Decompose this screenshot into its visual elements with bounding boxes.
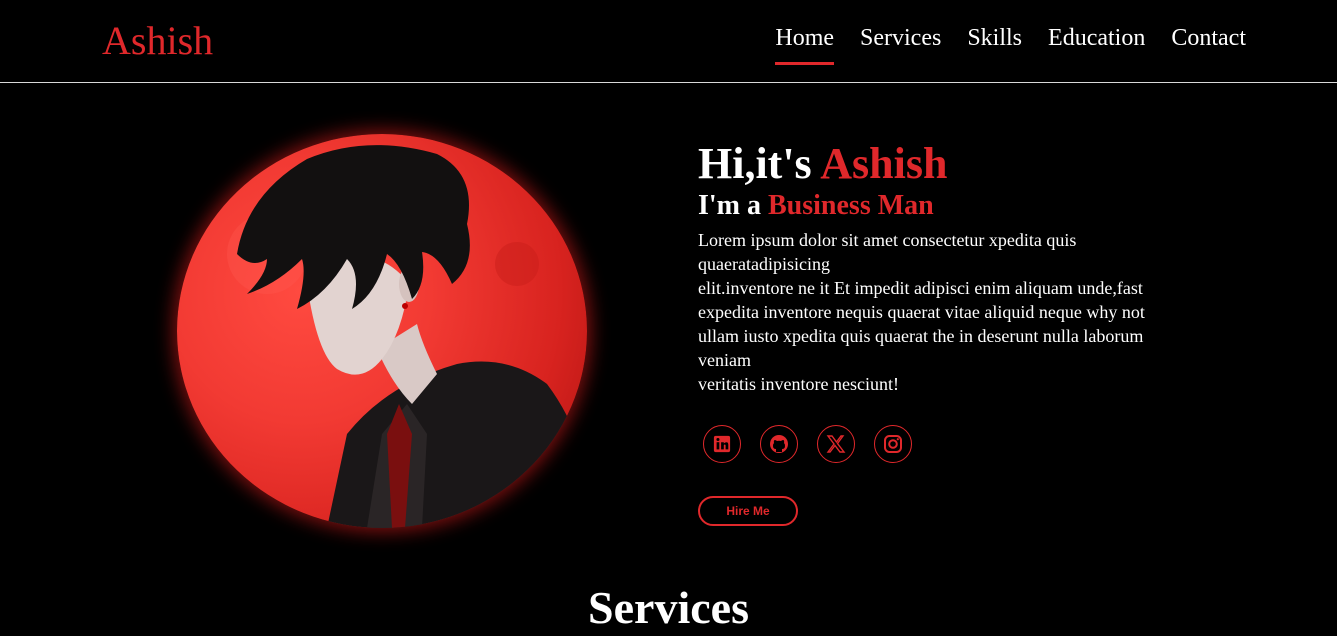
profile-image-wrapper bbox=[177, 134, 587, 528]
role-prefix: I'm a bbox=[698, 190, 768, 221]
hero-bio: Lorem ipsum dolor sit amet consectetur x… bbox=[698, 230, 1145, 394]
site-logo[interactable]: Ashish bbox=[102, 17, 213, 65]
nav-item-contact[interactable]: Contact bbox=[1171, 24, 1246, 65]
nav-item-skills[interactable]: Skills bbox=[967, 24, 1022, 65]
instagram-icon bbox=[884, 435, 902, 453]
linkedin-icon bbox=[713, 435, 731, 453]
site-header: Ashish Home Services Skills Education Co… bbox=[0, 0, 1337, 83]
hero-section: Hi,it's Ashish I'm a Business Man Lorem … bbox=[698, 138, 1188, 396]
nav-item-education[interactable]: Education bbox=[1048, 24, 1145, 65]
greeting-name: Ashish bbox=[820, 139, 948, 188]
nav-item-home[interactable]: Home bbox=[775, 24, 835, 65]
hero-greeting: Hi,it's Ashish bbox=[698, 138, 1188, 190]
x-link[interactable] bbox=[817, 425, 855, 463]
github-icon bbox=[770, 435, 788, 453]
main-nav: Home Services Skills Education Contact bbox=[775, 24, 1246, 65]
hero-role: I'm a Business Man bbox=[698, 190, 1188, 222]
hire-me-button[interactable]: Hire Me bbox=[698, 496, 798, 526]
social-links bbox=[703, 425, 912, 463]
x-icon bbox=[826, 435, 846, 453]
profile-image bbox=[177, 134, 587, 528]
services-section-title: Services bbox=[588, 582, 749, 633]
github-link[interactable] bbox=[760, 425, 798, 463]
nav-item-services[interactable]: Services bbox=[860, 24, 941, 65]
instagram-link[interactable] bbox=[874, 425, 912, 463]
greeting-prefix: Hi,it's bbox=[698, 139, 821, 188]
profile-illustration bbox=[227, 145, 587, 528]
linkedin-link[interactable] bbox=[703, 425, 741, 463]
role-title: Business Man bbox=[768, 190, 934, 221]
